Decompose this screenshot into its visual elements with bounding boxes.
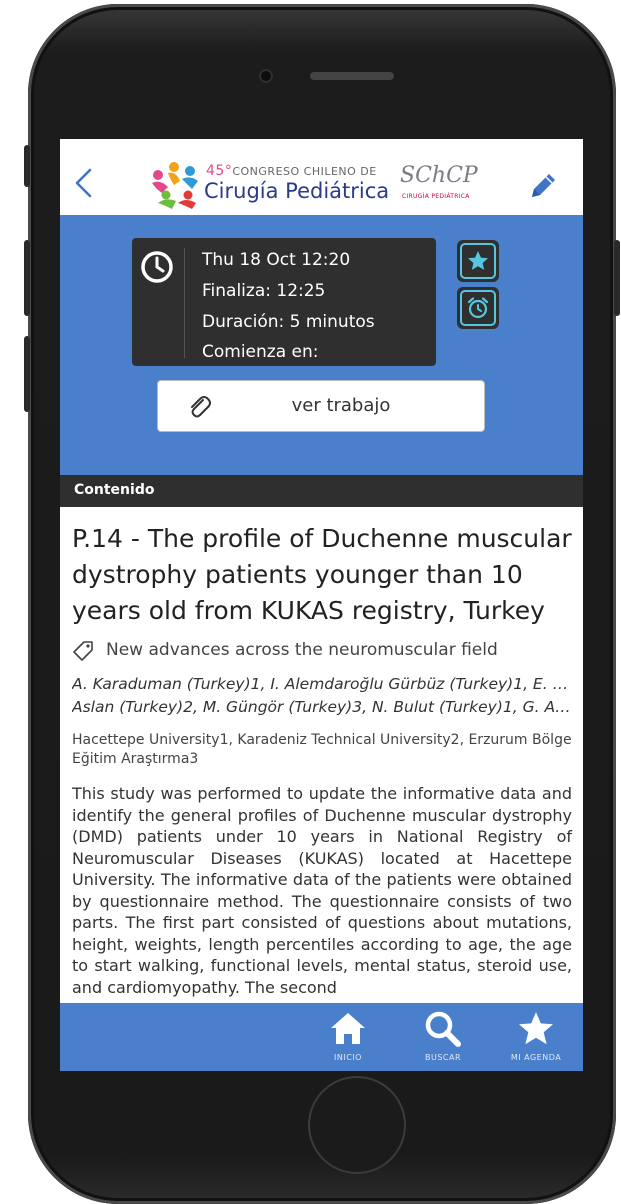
- society-logo-subtitle: CIRUGÍA PEDIÁTRICA: [402, 193, 470, 200]
- home-hardware-button[interactable]: [308, 1076, 406, 1174]
- congress-logo: 45°CONGRESO CHILENO DE Cirugía Pediátric…: [148, 157, 398, 213]
- nav-agenda-label: MI AGENDA: [510, 1053, 562, 1062]
- session-countdown: Comienza en:: [202, 342, 319, 362]
- article-abstract: This study was performed to update the i…: [72, 784, 572, 997]
- home-icon: [331, 1013, 365, 1044]
- congress-number: 45°: [206, 163, 233, 179]
- topic-tag[interactable]: New advances across the neuromuscular fi…: [72, 638, 572, 664]
- congress-subtitle: CONGRESO CHILENO DE: [232, 165, 377, 178]
- congress-title: Cirugía Pediátrica: [204, 179, 390, 203]
- view-paper-button[interactable]: ver trabajo: [157, 380, 485, 432]
- authors-line-1: A. Karaduman (Turkey)1, I. Alemdaroğlu G…: [72, 675, 572, 693]
- article-content: P.14 - The profile of Duchenne muscular …: [60, 507, 583, 1003]
- nav-home[interactable]: INICIO: [308, 1009, 388, 1067]
- nav-search-label: BUSCAR: [424, 1053, 462, 1062]
- article-title: P.14 - The profile of Duchenne muscular …: [72, 524, 572, 625]
- authors-line-2: Aslan (Turkey)2, M. Güngör (Turkey)3, N.…: [72, 698, 572, 716]
- front-camera: [259, 69, 273, 83]
- favorite-button[interactable]: [457, 240, 499, 282]
- topic-label: New advances across the neuromuscular fi…: [106, 640, 498, 660]
- search-icon: [425, 1011, 461, 1047]
- session-datetime: Thu 18 Oct 12:20: [202, 250, 351, 270]
- session-end-time: Finaliza: 12:25: [202, 281, 326, 301]
- section-header: Contenido: [60, 475, 583, 507]
- star-icon: [468, 251, 488, 270]
- chevron-left-icon[interactable]: [70, 167, 98, 199]
- schedule-box: Thu 18 Oct 12:20 Finaliza: 12:25 Duració…: [132, 238, 436, 366]
- session-duration: Duración: 5 minutos: [202, 312, 375, 332]
- section-header-label: Contenido: [74, 482, 155, 498]
- clock-icon: [141, 251, 173, 283]
- article-affiliations: Hacettepe University1, Karadeniz Technic…: [72, 732, 572, 767]
- mute-switch: [24, 145, 30, 187]
- schedule-divider: [184, 248, 185, 358]
- app-screen: 45°CONGRESO CHILENO DE Cirugía Pediátric…: [60, 139, 583, 1071]
- society-logo-text: SChCP: [400, 163, 478, 188]
- earpiece-speaker: [310, 72, 394, 80]
- tag-icon: [73, 641, 93, 661]
- bottom-navigation: INICIO BUSCAR MI AGENDA: [60, 1003, 583, 1071]
- alarm-button[interactable]: [457, 287, 499, 329]
- power-button: [614, 240, 620, 316]
- session-info-panel: Thu 18 Oct 12:20 Finaliza: 12:25 Duració…: [60, 215, 583, 475]
- volume-down-button: [24, 336, 30, 412]
- view-paper-label: ver trabajo: [291, 395, 391, 416]
- congress-logo-figures-icon: [152, 162, 198, 209]
- top-bar: 45°CONGRESO CHILENO DE Cirugía Pediátric…: [60, 139, 583, 215]
- star-icon: [519, 1012, 553, 1045]
- volume-up-button: [24, 240, 30, 316]
- nav-agenda[interactable]: MI AGENDA: [496, 1009, 576, 1067]
- nav-home-label: INICIO: [334, 1053, 362, 1062]
- society-logo: SChCP CIRUGÍA PEDIÁTRICA: [400, 159, 500, 213]
- article-authors: A. Karaduman (Turkey)1, I. Alemdaroğlu G…: [72, 673, 572, 719]
- alarm-clock-icon: [467, 297, 489, 319]
- pencil-icon[interactable]: [526, 169, 560, 203]
- nav-search[interactable]: BUSCAR: [403, 1009, 483, 1067]
